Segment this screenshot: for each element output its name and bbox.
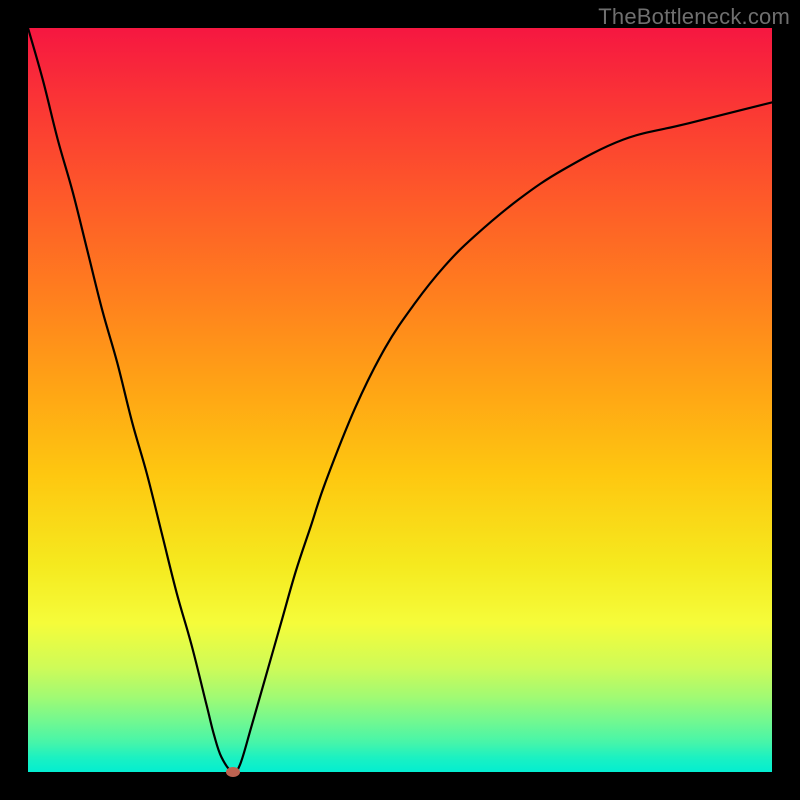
watermark-text: TheBottleneck.com [598,4,790,30]
chart-frame: TheBottleneck.com [0,0,800,800]
minimum-marker-icon [226,767,240,777]
bottleneck-curve [28,28,772,772]
plot-area [28,28,772,772]
